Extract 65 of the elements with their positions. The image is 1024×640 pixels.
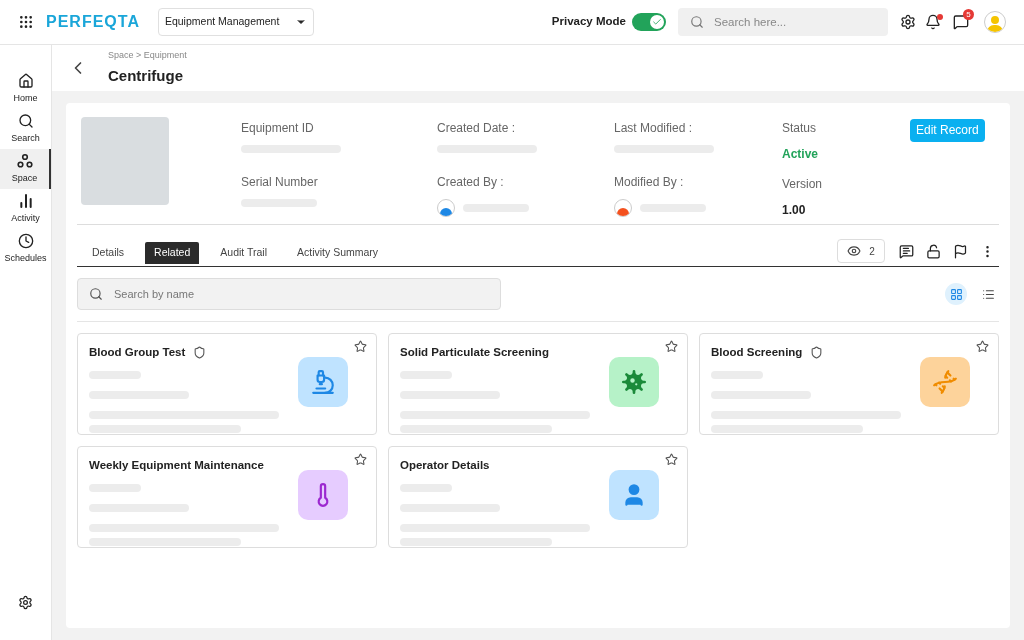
search-icon [89, 287, 103, 301]
microscope-icon [310, 369, 336, 395]
status-value: Active [782, 146, 820, 163]
record-card[interactable]: Operator Details [388, 446, 688, 548]
sidebar-item[interactable]: Schedules [0, 229, 51, 269]
tab[interactable]: Audit Trail [211, 242, 276, 264]
lock-icon[interactable] [926, 244, 941, 259]
record-card[interactable]: Solid Particulate Screening [388, 333, 688, 435]
search-field[interactable]: Search by name [77, 278, 501, 310]
search-icon [690, 15, 704, 29]
comment-icon[interactable] [899, 244, 914, 259]
flag-icon[interactable] [953, 244, 968, 259]
field-label: Equipment ID [241, 120, 315, 137]
card-title: Blood Screening [711, 345, 803, 360]
viewers-button[interactable]: 2 [837, 239, 885, 263]
field-label: Status [782, 120, 818, 137]
logo: PERFEQTA [46, 12, 140, 32]
settings-icon[interactable] [900, 14, 916, 30]
bar-chart-icon [17, 192, 34, 209]
eye-icon [847, 244, 862, 258]
record-card[interactable]: Blood Screening [699, 333, 999, 435]
card-title: Blood Group Test [89, 345, 186, 360]
list-icon [981, 287, 995, 301]
star-icon[interactable] [976, 340, 989, 353]
star-icon[interactable] [354, 340, 367, 353]
grid-view-button[interactable] [945, 283, 967, 305]
clock-icon [17, 232, 34, 249]
field-label: Serial Number [241, 174, 319, 191]
messages-icon[interactable] [953, 14, 969, 30]
record-card[interactable]: Blood Group Test [77, 333, 377, 435]
tab[interactable]: Activity Summary [288, 242, 388, 264]
card-title: Solid Particulate Screening [400, 345, 549, 360]
field-label: Created By : [437, 174, 505, 191]
sidebar-item[interactable]: Space [0, 149, 51, 189]
search-field[interactable]: Search here... [678, 8, 888, 36]
settings-icon[interactable] [18, 595, 33, 610]
page-title: Centrifuge [108, 65, 184, 86]
star-icon[interactable] [665, 453, 678, 466]
sidebar-item[interactable]: Home [0, 69, 51, 109]
field-label: Modified By : [614, 174, 685, 191]
sidebar-item[interactable]: Activity [0, 189, 51, 229]
field-label: Created Date : [437, 120, 517, 137]
breadcrumb: Space > Equipment [108, 49, 187, 62]
search-icon [17, 112, 34, 129]
card-title: Weekly Equipment Maintenance [89, 458, 264, 473]
module-dropdown[interactable]: Equipment Management [157, 8, 314, 36]
field-label: Version [782, 176, 824, 193]
tab[interactable]: Details [83, 242, 134, 264]
home-icon [17, 72, 34, 89]
grid-icon [949, 287, 963, 301]
sidebar-item[interactable]: Search [0, 109, 51, 149]
version-value: 1.00 [782, 202, 807, 219]
check-icon [652, 17, 662, 27]
record-card[interactable]: Weekly Equipment Maintenance [77, 446, 377, 548]
privacy-toggle[interactable] [632, 13, 666, 31]
tab[interactable]: Related [145, 242, 200, 264]
star-icon[interactable] [354, 453, 367, 466]
card-title: Operator Details [400, 458, 490, 473]
star-icon[interactable] [665, 340, 678, 353]
privacy-label: Privacy Mode [551, 14, 626, 30]
app-grid-icon[interactable] [18, 14, 34, 30]
virus-icon [622, 370, 646, 394]
circles-icon [16, 152, 33, 169]
count-badge: 5 [963, 9, 974, 20]
field-label: Last Modified : [614, 120, 694, 137]
